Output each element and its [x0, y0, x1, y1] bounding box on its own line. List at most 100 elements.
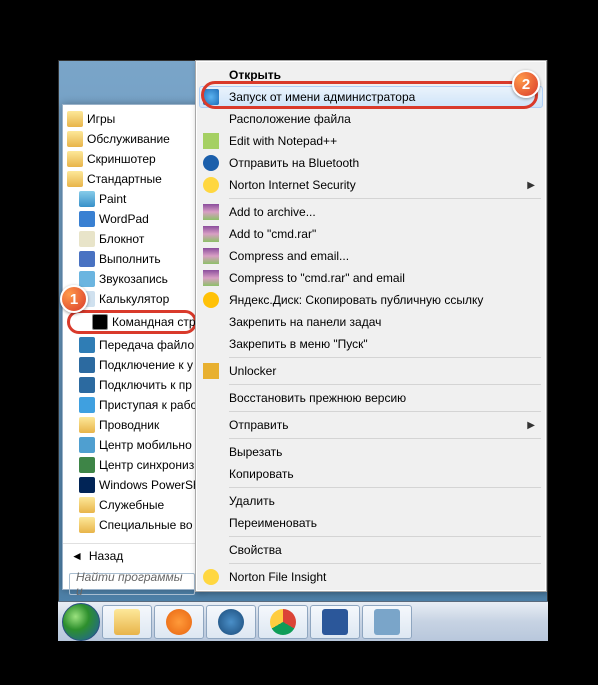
ctx-item-1-3[interactable]: Compress to "cmd.rar" and email	[199, 267, 543, 289]
ctx-separator	[229, 536, 541, 537]
ctx-item-label: Norton Internet Security	[229, 178, 356, 192]
folder-icon	[67, 151, 83, 167]
ctx-item-label: Восстановить прежнюю версию	[229, 391, 406, 405]
start-menu-item-10[interactable]: Командная стро	[67, 310, 197, 334]
ctx-item-label: Вырезать	[229, 445, 282, 459]
start-menu-item-label: Скриншотер	[87, 152, 156, 166]
blank-icon	[203, 542, 219, 558]
start-menu-item-label: Стандартные	[87, 172, 162, 186]
ctx-item-4-0[interactable]: Отправить▶	[199, 414, 543, 436]
ctx-item-1-5[interactable]: Закрепить на панели задач	[199, 311, 543, 333]
ico-rar-icon	[203, 226, 219, 242]
ico-rar-icon	[203, 204, 219, 220]
start-menu-item-12[interactable]: Подключение к у	[65, 355, 199, 375]
start-menu-item-19[interactable]: Служебные	[65, 495, 199, 515]
ctx-item-1-1[interactable]: Add to "cmd.rar"	[199, 223, 543, 245]
ctx-item-label: Compress and email...	[229, 249, 349, 263]
ctx-item-0-5[interactable]: Norton Internet Security ▶	[199, 174, 543, 196]
ico-bt-icon	[203, 155, 219, 171]
ico-norton-icon	[203, 177, 219, 193]
ctx-item-label: Закрепить на панели задач	[229, 315, 381, 329]
ico-run-icon	[79, 251, 95, 267]
ctx-item-8-0[interactable]: Norton File Insight	[199, 566, 543, 588]
ctx-item-1-6[interactable]: Закрепить в меню "Пуск"	[199, 333, 543, 355]
submenu-arrow-icon: ▶	[527, 180, 535, 191]
taskbar-word[interactable]	[310, 605, 360, 639]
start-menu-item-label: Блокнот	[99, 232, 144, 246]
start-menu-item-label: Служебные	[99, 498, 164, 512]
start-menu-item-label: Центр мобильно	[99, 438, 192, 452]
start-menu-back[interactable]: ◄Назад	[63, 543, 201, 567]
start-menu-item-14[interactable]: Приступая к рабо	[65, 395, 199, 415]
ctx-item-7-0[interactable]: Свойства	[199, 539, 543, 561]
ctx-separator	[229, 411, 541, 412]
ctx-item-1-0[interactable]: Add to archive...	[199, 201, 543, 223]
start-menu-item-0[interactable]: Игры	[65, 109, 199, 129]
ctx-item-label: Свойства	[229, 543, 282, 557]
badge-2: 2	[512, 70, 540, 98]
ico-sound-icon	[79, 271, 95, 287]
taskbar-explorer[interactable]	[102, 605, 152, 639]
taskbar-chrome[interactable]	[258, 605, 308, 639]
taskbar-wmp[interactable]	[154, 605, 204, 639]
ctx-item-6-1[interactable]: Переименовать	[199, 512, 543, 534]
start-menu-search[interactable]: Найти программы и	[69, 573, 195, 595]
start-menu-item-15[interactable]: Проводник	[65, 415, 199, 435]
ctx-item-0-4[interactable]: Отправить на Bluetooth	[199, 152, 543, 174]
start-menu-item-11[interactable]: Передача файло	[65, 335, 199, 355]
ctx-separator	[229, 487, 541, 488]
ico-shield-icon	[203, 89, 219, 105]
start-menu-item-13[interactable]: Подключить к пр	[65, 375, 199, 395]
start-menu-item-label: WordPad	[99, 212, 149, 226]
ico-transfer-icon	[79, 337, 95, 353]
ctx-item-1-4[interactable]: Яндекс.Диск: Скопировать публичную ссылк…	[199, 289, 543, 311]
ctx-separator	[229, 563, 541, 564]
start-menu-item-label: Обслуживание	[87, 132, 170, 146]
start-menu-item-label: Специальные во	[99, 518, 193, 532]
start-menu-item-1[interactable]: Обслуживание	[65, 129, 199, 149]
ctx-item-label: Переименовать	[229, 516, 317, 530]
start-menu-item-3[interactable]: Стандартные	[65, 169, 199, 189]
ctx-item-0-1[interactable]: Запуск от имени администратора	[199, 86, 543, 108]
blank-icon	[203, 466, 219, 482]
ctx-item-3-0[interactable]: Восстановить прежнюю версию	[199, 387, 543, 409]
start-menu-item-6[interactable]: Блокнот	[65, 229, 199, 249]
ico-sync-icon	[79, 457, 95, 473]
start-menu-item-5[interactable]: WordPad	[65, 209, 199, 229]
start-menu-item-label: Игры	[87, 112, 115, 126]
ctx-item-6-0[interactable]: Удалить	[199, 490, 543, 512]
ctx-item-label: Add to archive...	[229, 205, 316, 219]
ctx-item-0-2[interactable]: Расположение файла	[199, 108, 543, 130]
start-menu-item-17[interactable]: Центр синхрониз	[65, 455, 199, 475]
start-menu-item-18[interactable]: Windows PowerSh	[65, 475, 199, 495]
ctx-item-label: Яндекс.Диск: Скопировать публичную ссылк…	[229, 293, 483, 307]
folder-icon	[79, 517, 95, 533]
taskbar-hp[interactable]	[206, 605, 256, 639]
ctx-separator	[229, 198, 541, 199]
taskbar-scanner[interactable]	[362, 605, 412, 639]
ico-unlock-icon	[203, 363, 219, 379]
ico-rar-icon	[203, 248, 219, 264]
start-menu-item-16[interactable]: Центр мобильно	[65, 435, 199, 455]
ctx-item-5-0[interactable]: Вырезать	[199, 441, 543, 463]
blank-icon	[203, 314, 219, 330]
start-menu-item-8[interactable]: Звукозапись	[65, 269, 199, 289]
start-menu-item-4[interactable]: Paint	[65, 189, 199, 209]
context-menu: ОткрытьЗапуск от имени администратораРас…	[195, 60, 547, 592]
start-menu-item-label: Передача файло	[99, 338, 194, 352]
ctx-item-0-0[interactable]: Открыть	[199, 64, 543, 86]
ico-remote-icon	[79, 357, 95, 373]
start-menu-item-7[interactable]: Выполнить	[65, 249, 199, 269]
ctx-item-label: Отправить на Bluetooth	[229, 156, 359, 170]
ico-rar-icon	[203, 270, 219, 286]
ctx-item-0-3[interactable]: Edit with Notepad++	[199, 130, 543, 152]
blank-icon	[203, 336, 219, 352]
start-button[interactable]	[62, 603, 100, 641]
start-menu-item-label: Подключить к пр	[99, 378, 192, 392]
ctx-item-label: Edit with Notepad++	[229, 134, 337, 148]
start-menu-item-20[interactable]: Специальные во	[65, 515, 199, 535]
ctx-item-2-0[interactable]: Unlocker	[199, 360, 543, 382]
ctx-item-5-1[interactable]: Копировать	[199, 463, 543, 485]
ctx-item-1-2[interactable]: Compress and email...	[199, 245, 543, 267]
start-menu-item-2[interactable]: Скриншотер	[65, 149, 199, 169]
